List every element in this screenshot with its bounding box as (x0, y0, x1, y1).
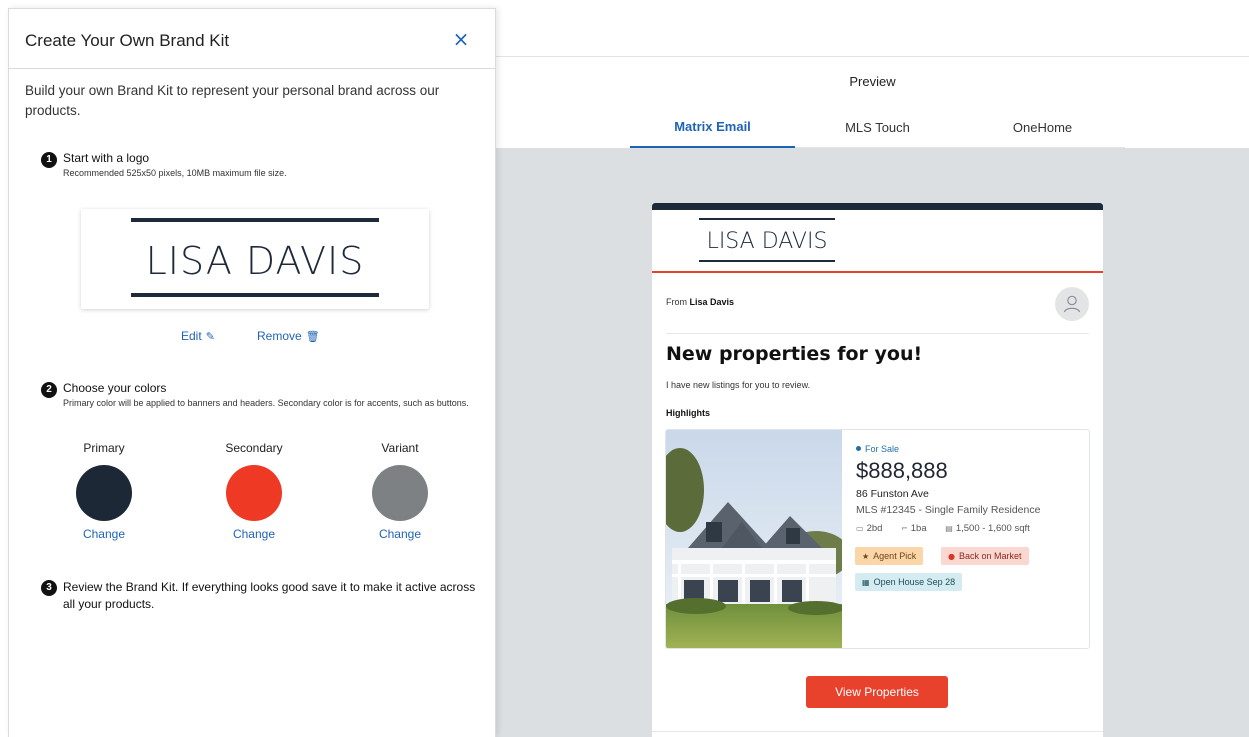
status-dot-icon (856, 446, 861, 451)
listing-address: 86 Funston Ave (856, 488, 929, 500)
color-label-secondary: Secondary (225, 441, 283, 455)
highlights-label: Highlights (666, 408, 710, 418)
step-desc-colors: Primary color will be applied to banners… (63, 398, 469, 408)
change-variant-button[interactable]: Change (379, 527, 421, 541)
spec-baths: ⌐ 1ba (901, 523, 935, 534)
step-number-3: 3 (41, 580, 57, 596)
from-prefix: From (666, 297, 687, 307)
preview-header: Preview Matrix Email MLS Touch OneHome (496, 0, 1249, 148)
email-divider (666, 333, 1089, 334)
bed-icon: ▭ (856, 524, 864, 533)
email-logo-bottom-bar (699, 260, 835, 262)
baths-value: 1ba (910, 523, 927, 534)
tab-matrix-email[interactable]: Matrix Email (630, 108, 795, 148)
sqft-value: 1,500 - 1,600 sqft (955, 523, 1030, 534)
brand-kit-panel: Create Your Own Brand Kit × Build your o… (8, 8, 496, 737)
panel-intro: Build your own Brand Kit to represent yo… (25, 83, 440, 118)
listing-mls: MLS #12345 - Single Family Residence (856, 504, 1041, 516)
spec-sqft: ▤ 1,500 - 1,600 sqft (945, 523, 1038, 534)
logo-preview: LISA DAVIS (81, 209, 429, 309)
from-name: Lisa Davis (689, 297, 735, 307)
trash-icon: 🗑 (305, 330, 320, 343)
step-title-logo: Start with a logo (63, 151, 150, 165)
step-desc-logo: Recommended 525x50 pixels, 10MB maximum … (63, 168, 287, 178)
tab-mls-touch[interactable]: MLS Touch (795, 108, 960, 148)
step-title-colors: Choose your colors (63, 381, 167, 395)
logo-bottom-bar (131, 293, 379, 297)
preview-tabs: Matrix Email MLS Touch OneHome (630, 108, 1125, 148)
primary-swatch[interactable] (76, 465, 132, 521)
email-logo-top-bar (699, 218, 835, 220)
avatar (1055, 287, 1089, 321)
open-house-badge: ▦ Open House Sep 28 (855, 573, 963, 591)
secondary-swatch[interactable] (226, 465, 282, 521)
beds-value: 2bd (866, 523, 883, 534)
pencil-icon: ✎ (205, 330, 215, 343)
remove-logo-button[interactable]: Remove 🗑 (257, 329, 320, 343)
tab-onehome[interactable]: OneHome (960, 108, 1125, 148)
preview-title: Preview (849, 74, 896, 89)
logo-text: LISA DAVIS (145, 239, 365, 283)
email-preview: LISA DAVIS From Lisa Davis New propertie… (652, 203, 1103, 737)
edit-logo-label: Edit (181, 329, 202, 343)
email-subtext: I have new listings for you to review. (666, 380, 811, 390)
back-on-market-badge: ● Back on Market (941, 547, 1029, 565)
back-on-market-label: Back on Market (958, 551, 1022, 561)
email-top-bar (652, 203, 1103, 210)
email-logo-text: LISA DAVIS (706, 229, 828, 254)
open-house-label: Open House Sep 28 (873, 577, 956, 587)
color-variant: Variant Change (345, 441, 455, 541)
remove-logo-label: Remove (257, 329, 302, 343)
step-number-2: 2 (41, 382, 57, 398)
listing-price: $888,888 (856, 458, 948, 483)
panel-header: Create Your Own Brand Kit × (9, 9, 495, 69)
listing-card[interactable]: For Sale $888,888 86 Funston Ave MLS #12… (665, 429, 1090, 649)
color-label-variant: Variant (381, 441, 419, 455)
alert-icon: ● (948, 552, 955, 561)
close-icon[interactable]: × (449, 27, 473, 51)
panel-title: Create Your Own Brand Kit (25, 31, 230, 50)
email-from: From Lisa Davis (666, 297, 734, 307)
email-accent-line (652, 271, 1103, 273)
change-secondary-button[interactable]: Change (233, 527, 275, 541)
edit-logo-button[interactable]: Edit ✎ (181, 329, 215, 343)
star-icon: ★ (862, 552, 870, 561)
change-primary-button[interactable]: Change (83, 527, 125, 541)
status-badge: For Sale (856, 444, 899, 454)
area-icon: ▤ (945, 524, 953, 533)
bath-icon: ⌐ (901, 524, 908, 533)
calendar-icon: ▦ (862, 578, 870, 587)
spec-beds: ▭ 2bd (856, 523, 890, 534)
email-bottom-divider (652, 731, 1103, 732)
step-text-review: Review the Brand Kit. If everything look… (63, 580, 476, 611)
agent-pick-badge: ★ Agent Pick (855, 547, 924, 565)
logo-top-bar (131, 218, 379, 222)
listing-specs: ▭ 2bd ⌐ 1ba ▤ 1,500 - 1,600 sqft (856, 523, 1046, 534)
step-number-1: 1 (41, 152, 57, 168)
view-properties-button[interactable]: View Properties (806, 676, 948, 708)
house-photo (666, 430, 842, 648)
variant-swatch[interactable] (372, 465, 428, 521)
status-text: For Sale (865, 444, 900, 454)
header-divider (496, 56, 1249, 57)
color-primary: Primary Change (49, 441, 159, 541)
color-secondary: Secondary Change (199, 441, 309, 541)
color-label-primary: Primary (83, 441, 125, 455)
user-icon (1063, 295, 1081, 313)
agent-pick-label: Agent Pick (873, 551, 917, 561)
email-headline: New properties for you! (666, 343, 923, 365)
